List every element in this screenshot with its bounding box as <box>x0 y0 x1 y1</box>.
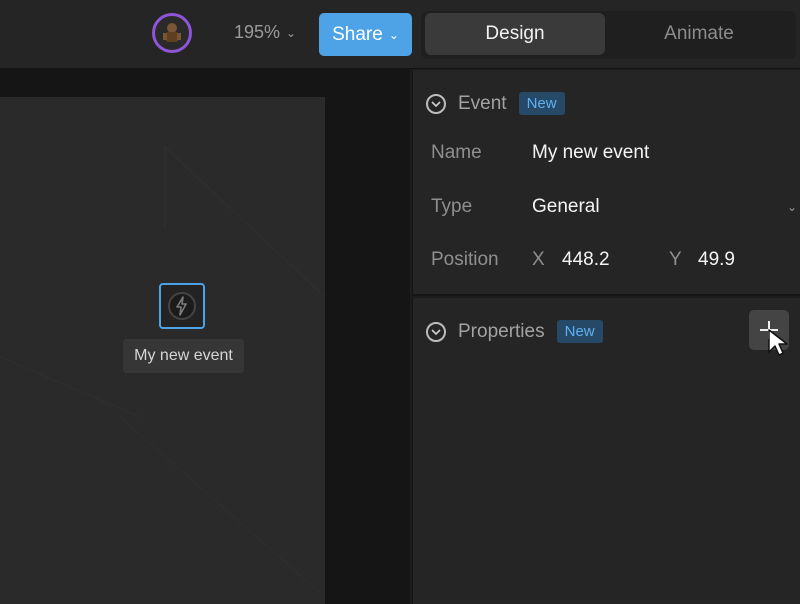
properties-panel: Properties New <box>412 298 800 604</box>
collapse-toggle[interactable] <box>426 93 446 114</box>
x-input[interactable]: 448.2 <box>562 249 610 271</box>
event-section-title: Event <box>458 92 507 114</box>
avatar-image <box>163 23 181 42</box>
event-node[interactable] <box>159 283 205 329</box>
zoom-value: 195% <box>234 22 281 42</box>
chevron-down-icon: ⌄ <box>286 25 297 40</box>
share-label: Share <box>332 23 383 45</box>
top-toolbar: 195% ⌄ Share ⌄ Design Animate <box>0 0 800 69</box>
artboard[interactable]: My new event <box>0 97 325 604</box>
type-label: Type <box>431 196 473 217</box>
chevron-down-icon <box>431 100 441 107</box>
type-select[interactable]: General <box>532 196 600 218</box>
tab-animate[interactable]: Animate <box>609 13 789 55</box>
name-label: Name <box>431 142 482 163</box>
event-section-header: Event New <box>426 92 565 115</box>
mode-switcher: Design Animate <box>421 11 796 59</box>
new-badge: New <box>518 92 565 115</box>
properties-section-header: Properties New <box>426 320 603 343</box>
y-label: Y <box>669 249 682 270</box>
new-badge: New <box>556 320 603 343</box>
user-avatar[interactable] <box>152 13 192 53</box>
mouse-cursor-icon <box>768 329 788 356</box>
x-label: X <box>532 249 545 270</box>
lightning-icon <box>168 292 196 320</box>
name-input[interactable]: My new event <box>532 142 649 164</box>
share-button[interactable]: Share ⌄ <box>319 13 412 56</box>
y-input[interactable]: 49.9 <box>698 249 735 271</box>
chevron-down-icon: ⌄ <box>388 27 399 42</box>
event-node-label: My new event <box>123 339 244 373</box>
properties-section-title: Properties <box>458 320 545 342</box>
tab-design[interactable]: Design <box>425 13 605 55</box>
zoom-dropdown[interactable]: 195% ⌄ <box>234 22 296 43</box>
position-label: Position <box>431 249 499 270</box>
canvas-area[interactable]: My new event <box>0 69 410 604</box>
chevron-down-icon <box>431 328 441 335</box>
chevron-down-icon[interactable]: ⌄ <box>787 200 797 214</box>
event-panel: Event New Name My new event Type General… <box>412 70 800 296</box>
collapse-toggle[interactable] <box>426 321 446 342</box>
